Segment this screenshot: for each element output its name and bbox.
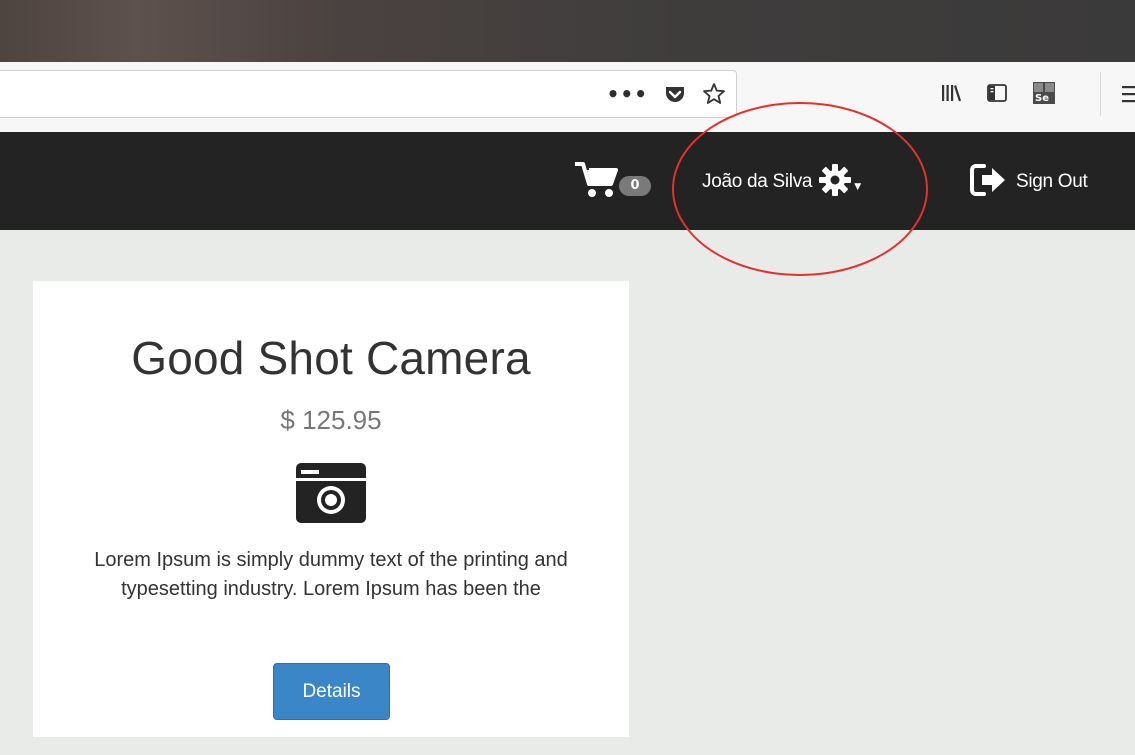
sign-out-link[interactable]: Sign Out: [970, 162, 1088, 202]
details-button[interactable]: Details: [273, 663, 390, 720]
menu-icon[interactable]: [1122, 83, 1135, 105]
selenium-icon[interactable]: Se: [1032, 81, 1056, 105]
toolbar-right-icons: Se: [940, 78, 1056, 108]
library-icon[interactable]: [940, 82, 962, 104]
camera-icon: [295, 462, 367, 528]
url-bar[interactable]: •••: [0, 70, 737, 118]
svg-text:Se: Se: [1035, 93, 1049, 104]
sign-out-label: Sign Out: [1016, 171, 1088, 192]
product-price: $ 125.95: [280, 405, 382, 435]
product-description: Lorem Ipsum is simply dummy text of the …: [94, 549, 568, 600]
url-actions: •••: [607, 79, 726, 109]
more-actions-icon[interactable]: •••: [607, 84, 648, 104]
cart-count-badge: 0: [619, 176, 651, 196]
product-title: Good Shot Camera: [131, 332, 531, 384]
cart-icon: [575, 162, 618, 197]
pocket-icon[interactable]: [664, 83, 686, 105]
sign-out-icon: [970, 163, 1010, 201]
window-title-bar: [0, 0, 1135, 62]
bookmark-star-icon[interactable]: [702, 82, 726, 106]
app-navbar: 0 João da Silva ▼ Sign Out: [0, 132, 1135, 230]
annotation-highlight-ring: [672, 102, 928, 276]
browser-toolbar: ••• Se: [0, 62, 1135, 133]
cart-button[interactable]: 0: [573, 160, 651, 200]
sidebar-icon[interactable]: [986, 82, 1008, 104]
product-card: Good Shot Camera $ 125.95 Lorem Ipsum is…: [33, 281, 629, 737]
toolbar-separator: [1100, 72, 1101, 116]
